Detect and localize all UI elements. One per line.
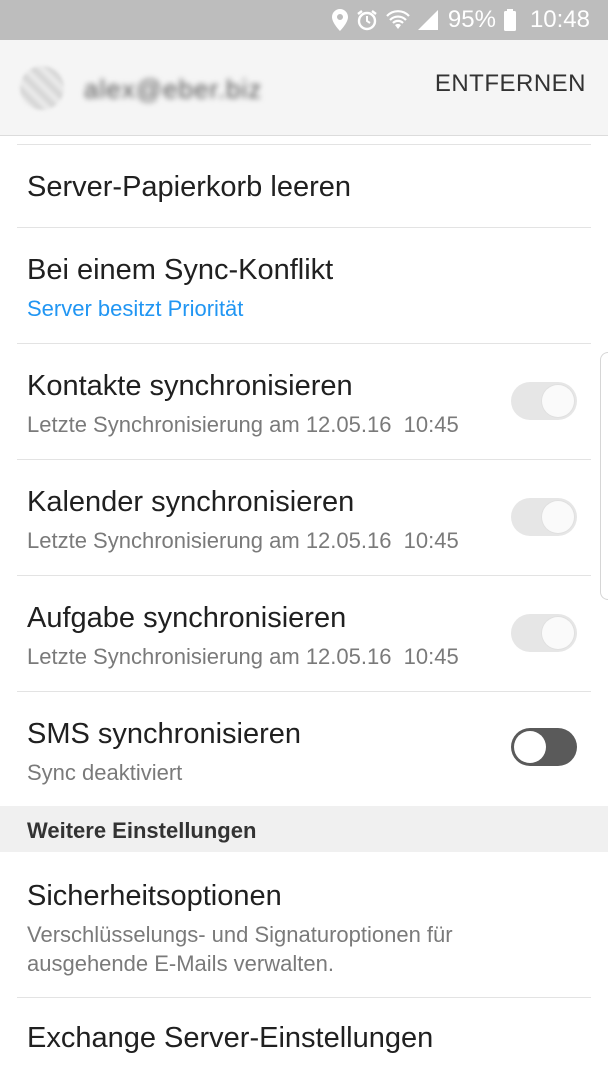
item-subtitle-line2: ausgehende E-Mails verwalten. <box>27 951 334 976</box>
item-title: Exchange Server-Einstellungen <box>27 1022 434 1054</box>
scrollbar[interactable] <box>600 352 608 600</box>
sync-tasks-toggle[interactable] <box>511 614 577 652</box>
signal-icon <box>417 10 438 30</box>
item-subtitle: Sync deaktiviert <box>27 760 183 785</box>
avatar <box>20 66 64 110</box>
section-title: Weitere Einstellungen <box>27 818 257 843</box>
toggle-knob <box>542 617 574 649</box>
account-header: alex@eber.biz ENTFERNEN <box>0 40 608 136</box>
item-subtitle: Letzte Synchronisierung am 12.05.16 10:4… <box>27 412 459 437</box>
sync-conflict-item[interactable]: Bei einem Sync-Konflikt Server besitzt P… <box>17 228 591 344</box>
sync-sms-toggle[interactable] <box>511 728 577 766</box>
sync-sms-item[interactable]: SMS synchronisieren Sync deaktiviert <box>17 692 591 806</box>
sync-contacts-toggle[interactable] <box>511 382 577 420</box>
item-title: Bei einem Sync-Konflikt <box>27 254 334 286</box>
wifi-icon <box>386 10 410 30</box>
sync-calendar-item[interactable]: Kalender synchronisieren Letzte Synchron… <box>17 460 591 576</box>
alarm-icon <box>356 9 378 31</box>
sync-tasks-item[interactable]: Aufgabe synchronisieren Letzte Synchroni… <box>17 576 591 692</box>
item-subtitle-line1: Verschlüsselungs- und Signaturoptionen f… <box>27 922 453 947</box>
item-title: Sicherheitsoptionen <box>27 880 282 912</box>
item-subtitle: Server besitzt Priorität <box>27 296 244 321</box>
item-title: SMS synchronisieren <box>27 718 301 750</box>
location-icon <box>331 9 348 31</box>
sync-contacts-item[interactable]: Kontakte synchronisieren Letzte Synchron… <box>17 344 591 460</box>
section-header: Weitere Einstellungen <box>0 806 608 852</box>
toggle-knob <box>514 731 546 763</box>
item-title: Aufgabe synchronisieren <box>27 602 347 634</box>
remove-account-button[interactable]: ENTFERNEN <box>435 70 586 98</box>
account-email: alex@eber.biz <box>84 74 263 104</box>
toggle-knob <box>542 501 574 533</box>
item-subtitle: Letzte Synchronisierung am 12.05.16 10:4… <box>27 644 459 669</box>
clock: 10:48 <box>529 6 590 33</box>
empty-server-trash-item[interactable]: Server-Papierkorb leeren <box>17 145 591 228</box>
status-bar: 95% 10:48 <box>0 0 608 40</box>
sync-calendar-toggle[interactable] <box>511 498 577 536</box>
item-title: Server-Papierkorb leeren <box>27 171 351 203</box>
item-subtitle: Letzte Synchronisierung am 12.05.16 10:4… <box>27 528 459 553</box>
toggle-knob <box>542 385 574 417</box>
item-title: Kalender synchronisieren <box>27 486 355 518</box>
battery-icon <box>503 9 516 31</box>
exchange-server-settings-item[interactable]: Exchange Server-Einstellungen <box>17 998 591 1080</box>
security-options-item[interactable]: Sicherheitsoptionen Verschlüsselungs- un… <box>17 852 591 998</box>
item-title: Kontakte synchronisieren <box>27 370 353 402</box>
battery-percent: 95% <box>447 6 496 33</box>
